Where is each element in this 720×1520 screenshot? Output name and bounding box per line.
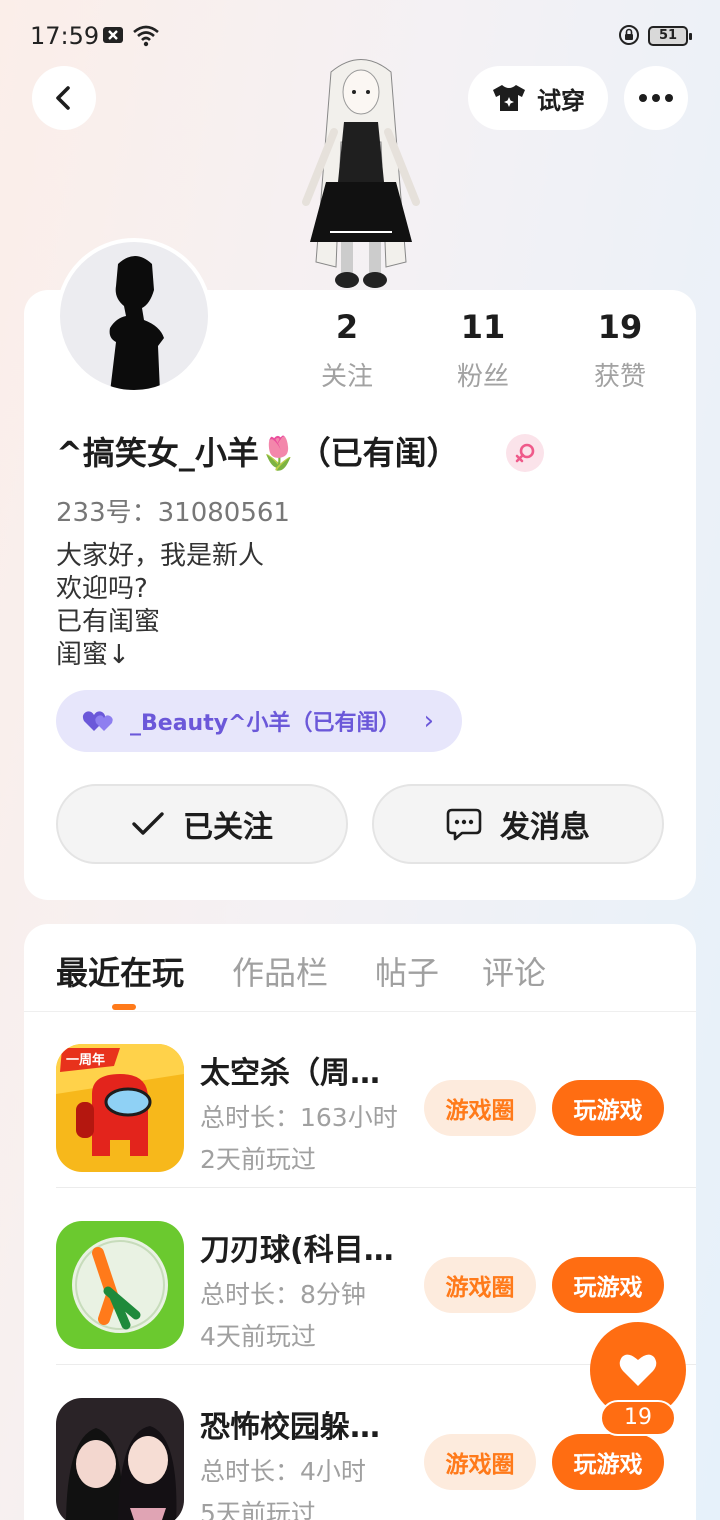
silhouette-avatar-icon: [109, 256, 164, 390]
heart-icon: [619, 1354, 657, 1386]
battery-icon: 51: [648, 26, 692, 46]
bestie-link[interactable]: _Beauty^小羊（已有闺） ›: [56, 690, 462, 752]
game-last-played: 4天前玩过: [200, 1322, 316, 1351]
game-title: 刀刃球(科目三): [200, 1233, 400, 1268]
game-last-played: 5天前玩过: [200, 1499, 316, 1520]
chevron-left-icon: [56, 86, 70, 110]
bio-line: 闺蜜↓: [56, 640, 130, 670]
like-count-badge: 19: [600, 1400, 676, 1436]
chat-bubble-icon: [446, 808, 482, 841]
follow-button[interactable]: 已关注: [56, 784, 348, 864]
game-circle-button[interactable]: 游戏圈: [424, 1434, 536, 1490]
crewmate-icon: 一周年: [56, 1044, 184, 1172]
game-circle-button[interactable]: 游戏圈: [424, 1080, 536, 1136]
game-icon-among-us: 一周年: [56, 1044, 184, 1172]
game-icon-blade-ball: [56, 1221, 184, 1349]
notification-x-icon: [103, 27, 123, 43]
play-game-button[interactable]: 玩游戏: [552, 1080, 664, 1136]
svg-text:一周年: 一周年: [66, 1052, 105, 1068]
rotation-lock-icon: [619, 25, 639, 45]
bio-line: 已有闺蜜: [56, 607, 161, 637]
stat-following-label: 关注: [320, 362, 373, 392]
chevron-right-icon: ›: [423, 706, 434, 736]
stat-followers[interactable]: 11 粉丝: [423, 308, 543, 393]
game-title: 太空杀（周年庆）: [200, 1056, 400, 1091]
tab-works[interactable]: 作品栏: [232, 948, 328, 994]
game-row[interactable]: 一周年 太空杀（周年庆） 总时长：163小时 2天前玩过 游戏圈 玩游戏: [24, 1012, 696, 1188]
activity-card: 最近在玩 作品栏 帖子 评论 一周年 太空杀（周年庆） 总时长：163小时 2天…: [24, 924, 696, 1520]
bio-line: 欢迎吗?: [56, 574, 148, 604]
double-heart-icon: [82, 711, 113, 731]
more-button[interactable]: [624, 66, 688, 130]
try-on-label: 试穿: [537, 86, 585, 115]
game-row[interactable]: 刀刃球(科目三) 总时长：8分钟 4天前玩过 游戏圈 玩游戏: [24, 1189, 696, 1365]
bestie-label: _Beauty^小羊（已有闺）: [130, 711, 401, 736]
game-duration: 总时长：8分钟: [200, 1280, 366, 1309]
female-icon: [515, 443, 535, 463]
game-title: 恐怖校园躲猫猫: [200, 1410, 400, 1445]
stat-followers-label: 粉丝: [456, 362, 509, 392]
stat-following-value: 2: [335, 308, 359, 346]
wifi-icon: [133, 25, 159, 47]
blade-ball-icon: [56, 1221, 184, 1349]
game-circle-button[interactable]: 游戏圈: [424, 1257, 536, 1313]
row-divider: [56, 1187, 696, 1188]
gender-badge: [506, 434, 544, 472]
tab-comments[interactable]: 评论: [482, 948, 546, 994]
avatar-character-image: [302, 59, 420, 288]
horror-school-icon: [56, 1398, 184, 1520]
bio: 大家好，我是新人 欢迎吗? 已有闺蜜 闺蜜↓: [56, 540, 264, 672]
message-button[interactable]: 发消息: [372, 784, 664, 864]
more-dots-icon: [639, 94, 673, 102]
nickname: ^搞笑女_小羊🌷（已有闺）: [56, 434, 459, 472]
avatar[interactable]: [56, 238, 212, 394]
follow-label: 已关注: [183, 810, 273, 845]
game-duration: 总时长：163小时: [200, 1103, 398, 1132]
game-icon-horror-school: [56, 1398, 184, 1520]
back-button[interactable]: [32, 66, 96, 130]
stat-following[interactable]: 2 关注: [287, 308, 407, 393]
tshirt-icon: [493, 85, 525, 111]
stat-likes-label: 获赞: [593, 362, 646, 392]
play-game-button[interactable]: 玩游戏: [552, 1257, 664, 1313]
active-tab-indicator: [112, 1004, 136, 1010]
game-duration: 总时长：4小时: [200, 1457, 366, 1486]
stat-likes[interactable]: 19 获赞: [560, 308, 680, 393]
play-game-button[interactable]: 玩游戏: [552, 1434, 664, 1490]
stat-likes-value: 19: [597, 308, 643, 346]
bio-line: 大家好，我是新人: [56, 541, 265, 571]
try-on-button[interactable]: 试穿: [468, 66, 608, 130]
tab-bar: 最近在玩 作品栏 帖子 评论: [24, 924, 696, 1012]
game-last-played: 2天前玩过: [200, 1145, 316, 1174]
status-time: 17:59: [30, 22, 100, 50]
message-label: 发消息: [500, 810, 590, 845]
check-icon: [132, 812, 164, 835]
user-id: 233号：31080561: [56, 498, 290, 528]
stat-followers-value: 11: [460, 308, 506, 346]
tab-posts[interactable]: 帖子: [375, 948, 439, 994]
tab-recently-played[interactable]: 最近在玩: [56, 948, 184, 994]
